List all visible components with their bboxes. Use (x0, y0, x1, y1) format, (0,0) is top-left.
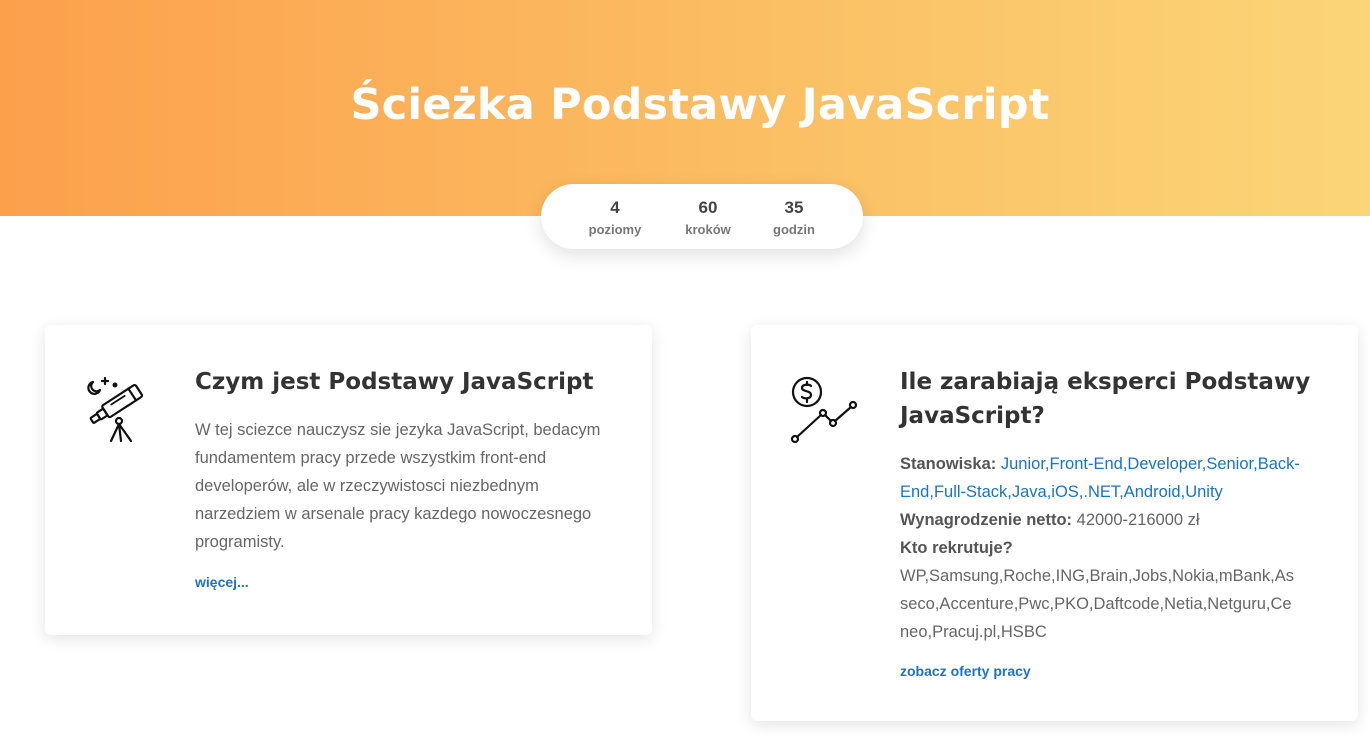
dollar-chart-icon (789, 375, 861, 452)
job-offers-link[interactable]: zobacz oferty pracy (900, 663, 1031, 679)
salary-details: Stanowiska: Junior,Front-End,Developer,S… (900, 450, 1300, 646)
stat-label: godzin (773, 222, 815, 237)
about-title: Czym jest Podstawy JavaScript (195, 369, 594, 395)
stat-value: 60 (698, 198, 718, 217)
stat-label: kroków (685, 222, 731, 237)
positions-row: Stanowiska: Junior,Front-End,Developer,S… (900, 450, 1300, 506)
telescope-icon (81, 373, 153, 450)
stat-hours: 35 godzin (754, 198, 834, 237)
stat-levels: 4 poziomy (575, 198, 655, 237)
net-salary-label: Wynagrodzenie netto: (900, 511, 1073, 529)
about-description: W tej sciezce nauczysz sie jezyka JavaSc… (195, 421, 601, 551)
stat-value: 35 (784, 198, 804, 217)
stat-steps: 60 kroków (668, 198, 748, 237)
positions-label: Stanowiska: (900, 455, 997, 473)
salary-title: Ile zarabiają eksperci Podstawy JavaScri… (900, 369, 1311, 429)
stat-value: 4 (610, 198, 620, 217)
net-salary-value: 42000-216000 zł (1076, 511, 1200, 529)
salary-row: Wynagrodzenie netto: 42000-216000 zł (900, 506, 1300, 534)
recruiters-label: Kto rekrutuje? (900, 539, 1013, 557)
recruiters-list: WP,Samsung,Roche,ING,Brain,Jobs,Nokia,mB… (900, 567, 1295, 641)
stat-label: poziomy (588, 222, 642, 237)
page-title: Ścieżka Podstawy JavaScript (350, 80, 1050, 130)
stats-pill: 4 poziomy 60 kroków 35 godzin (541, 184, 863, 249)
about-card: Czym jest Podstawy JavaScript W tej scie… (45, 325, 652, 635)
salary-card: Ile zarabiają eksperci Podstawy JavaScri… (751, 325, 1358, 721)
more-link[interactable]: więcej... (195, 574, 249, 590)
